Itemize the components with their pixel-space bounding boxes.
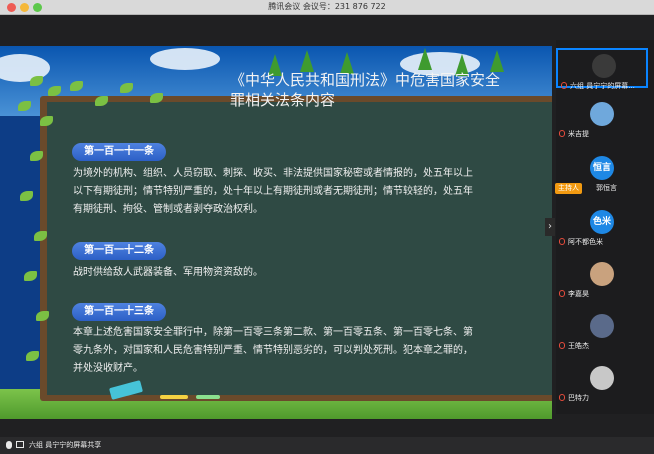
collapse-panel-button[interactable]: › — [545, 218, 555, 236]
participant-tile[interactable]: 王皓杰 — [556, 310, 648, 350]
participant-name: 郭恒言 — [596, 184, 617, 192]
landscape-photo-icon — [590, 102, 614, 126]
text-line: 为境外的机构、组织、人员窃取、刺探、收买、非法提供国家秘密或者情报的，处五年以上 — [73, 168, 473, 179]
screen-share-icon — [16, 441, 24, 448]
mic-muted-icon — [559, 394, 565, 401]
section-badge: 第一百一十二条 — [72, 242, 166, 260]
section-text: 战时供给敌人武器装备、军用物资资敌的。 — [73, 264, 263, 282]
chalk-decoration — [160, 395, 188, 399]
section-text: 本章上述危害国家安全罪行中，除第一百零三条第二款、第一百零五条、第一百零七条、第… — [73, 324, 473, 378]
participant-name: 米吉提 — [568, 130, 589, 138]
avatar-text: 色米 — [590, 210, 614, 234]
avatar-text: 恒言 — [590, 156, 614, 180]
participant-tile[interactable]: 色米 阿不都色米 — [556, 206, 648, 246]
mic-muted-icon — [561, 82, 567, 89]
tree-decoration — [300, 50, 314, 72]
section-badge: 第一百一十一条 — [72, 143, 166, 161]
participant-name: 阿不都色米 — [568, 238, 603, 246]
section-text: 为境外的机构、组织、人员窃取、刺探、收买、非法提供国家秘密或者情报的，处五年以上… — [73, 165, 473, 219]
host-badge: 主持人 — [555, 183, 582, 194]
text-line: 以下有期徒刑；情节特别严重的，处十年以上有期徒刑或者无期徒刑；情节较轻的，处五年 — [73, 186, 473, 197]
participant-name: 巴特力 — [568, 394, 589, 402]
video-photo-icon — [592, 54, 616, 78]
slide-heading-line2: 罪相关法条内容 — [230, 91, 336, 109]
title-bar: 腾讯会议 会议号：231 876 722 — [0, 0, 654, 15]
bottom-status-bar: 六组 員宁宁的屏幕共享 — [0, 437, 654, 454]
slide-heading: 《中华人民共和国刑法》中危害国家安全 罪相关法条内容 — [230, 70, 500, 110]
cartoon-photo-icon — [590, 262, 614, 286]
mic-muted-icon — [559, 238, 565, 245]
screen-share-label: 六组 員宁宁的屏幕共享 — [29, 441, 102, 449]
text-line: 并处没收财产。 — [73, 363, 143, 374]
mic-muted-icon — [559, 342, 565, 349]
text-line: 战时供给敌人武器装备、军用物资资敌的。 — [73, 267, 263, 278]
cloud-decoration — [150, 48, 220, 70]
participant-name: 王皓杰 — [568, 342, 589, 350]
tree-decoration — [490, 50, 504, 72]
participant-tile[interactable]: 米吉提 — [556, 98, 648, 138]
participant-tile[interactable]: 巴特力 — [556, 362, 648, 402]
planet-photo-icon — [590, 314, 614, 338]
portrait-photo-icon — [590, 366, 614, 390]
section-badge: 第一百一十三条 — [72, 303, 166, 321]
meeting-window: 腾讯会议 会议号：231 876 722 《中华人民共和国刑法》中危害国家安全 … — [0, 0, 654, 454]
slide-heading-line1: 《中华人民共和国刑法》中危害国家安全 — [230, 71, 501, 89]
text-line: 有期徒刑、拘役、管制或者剥夺政治权利。 — [73, 204, 263, 215]
mic-muted-icon — [559, 290, 565, 297]
mic-icon[interactable] — [6, 441, 12, 449]
tree-decoration — [418, 48, 432, 70]
participant-tile[interactable]: 李嘉昊 — [556, 258, 648, 298]
participant-tile[interactable]: 六组 員宁宁的屏幕... — [556, 48, 648, 90]
text-line: 本章上述危害国家安全罪行中，除第一百零三条第二款、第一百零五条、第一百零七条、第 — [73, 327, 473, 338]
chalk-decoration — [196, 395, 220, 399]
mic-muted-icon — [559, 130, 565, 137]
participant-name: 六组 員宁宁的屏幕... — [570, 82, 635, 90]
text-line: 零九条外，对国家和人民危害特别严重、情节特别恶劣的，可以判处死刑。犯本章之罪的， — [73, 345, 473, 356]
participant-name: 李嘉昊 — [568, 290, 589, 298]
vine-decoration — [0, 71, 163, 401]
window-title: 腾讯会议 会议号：231 876 722 — [268, 2, 386, 11]
